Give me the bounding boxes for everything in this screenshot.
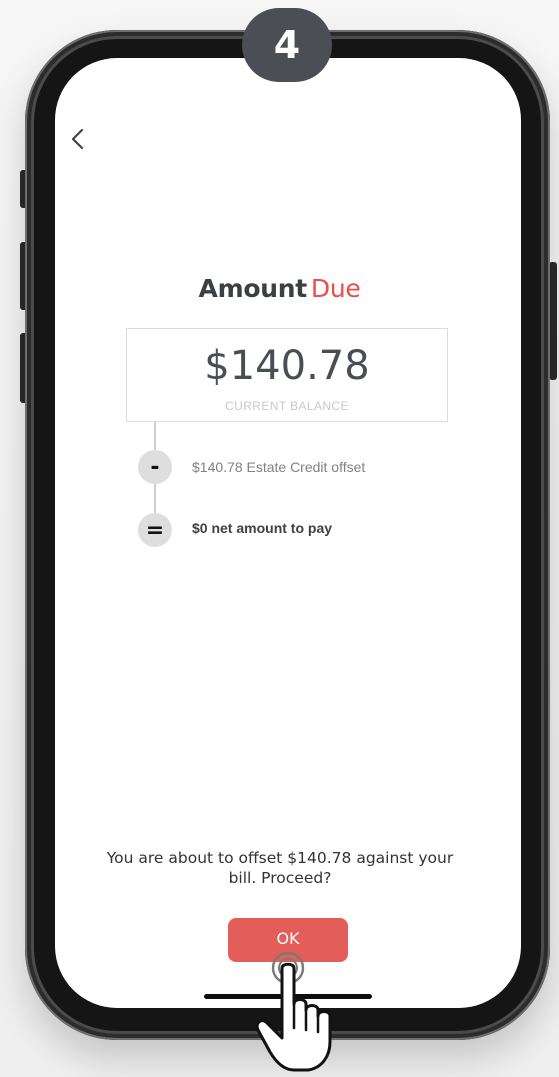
- page-title-accent: Due: [310, 274, 361, 303]
- confirmation-message-line-1: You are about to offset $140.78 against …: [106, 849, 454, 867]
- current-balance-card: $140.78 CURRENT BALANCE: [126, 328, 448, 422]
- chevron-left-icon[interactable]: [65, 124, 91, 154]
- minus-operator-icon: -: [138, 450, 172, 484]
- step-number-badge: 4: [242, 8, 332, 82]
- confirmation-message-line-2: bill. Proceed?: [228, 869, 332, 887]
- credit-offset-line: $140.78 Estate Credit offset: [192, 459, 366, 475]
- balance-label: CURRENT BALANCE: [225, 399, 349, 413]
- page-title: Amount Due: [0, 274, 559, 303]
- hand-pointer-icon: [255, 951, 332, 1072]
- confirmation-message: You are about to offset $140.78 against …: [80, 848, 480, 888]
- tutorial-stage: 4 Amount Due $140.78 CURRENT BALANCE - $1…: [0, 0, 559, 1077]
- balance-amount: $140.78: [204, 343, 370, 389]
- net-amount-line: $0 net amount to pay: [192, 520, 333, 536]
- page-title-primary: Amount: [198, 274, 308, 303]
- equals-operator-icon: =: [138, 513, 172, 547]
